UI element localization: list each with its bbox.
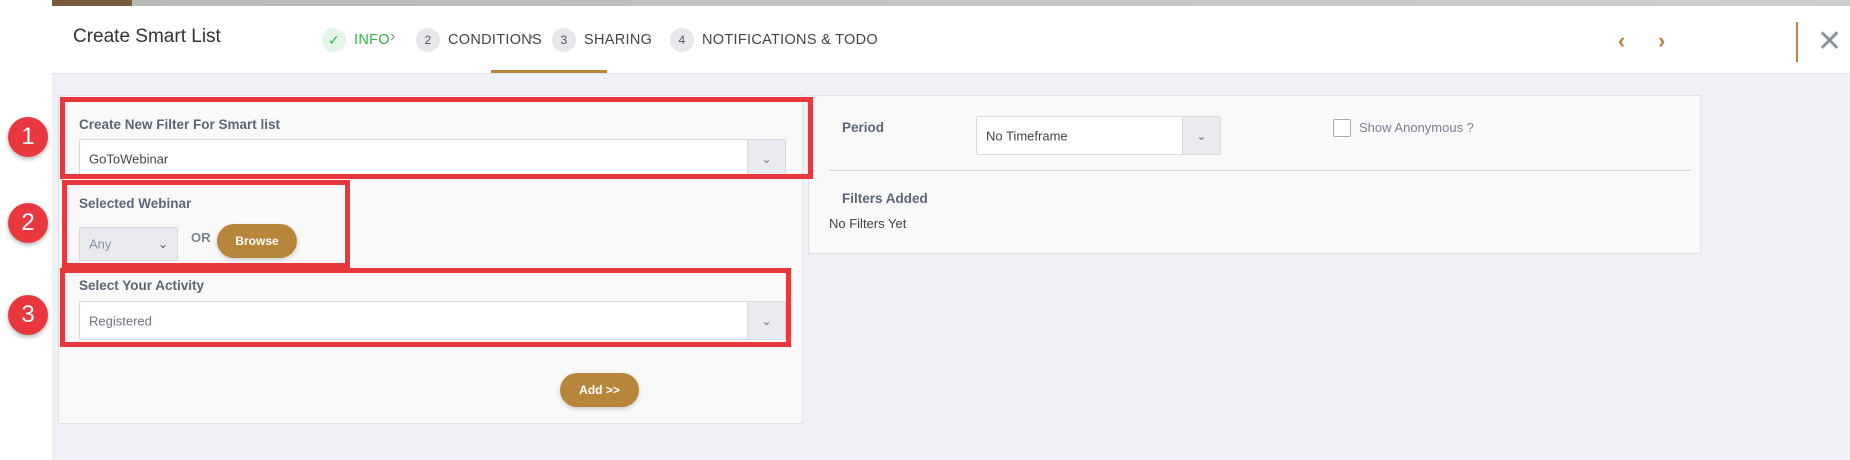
- divider: [829, 170, 1691, 171]
- period-select-value: No Timeframe: [986, 128, 1068, 143]
- step-notifications[interactable]: 4 NOTIFICATIONS & TODO: [670, 28, 878, 62]
- annotation-number-1: 1: [8, 117, 48, 157]
- chevron-right-icon: ›: [390, 28, 396, 45]
- annotation-box-2: [62, 180, 350, 268]
- step-notifications-label: NOTIFICATIONS & TODO: [702, 32, 878, 48]
- annotation-number-3: 3: [8, 295, 48, 335]
- chevron-down-icon: ⌄: [1182, 117, 1220, 154]
- chevron-left-icon[interactable]: ‹: [1618, 28, 1625, 54]
- show-anonymous-checkbox[interactable]: [1333, 119, 1351, 137]
- step-info[interactable]: ✓ INFO: [322, 28, 390, 62]
- annotation-box-3: [60, 268, 791, 347]
- step-number: 2: [416, 28, 440, 52]
- modal-title: Create Smart List: [73, 26, 221, 47]
- step-conditions[interactable]: 2 CONDITIONS: [416, 28, 542, 62]
- chevron-right-icon: ›: [528, 28, 534, 45]
- show-anonymous-label: Show Anonymous ?: [1359, 120, 1474, 135]
- step-info-label: INFO: [354, 32, 390, 48]
- header-divider: [1796, 22, 1798, 62]
- add-button[interactable]: Add >>: [560, 373, 639, 407]
- step-sharing[interactable]: 3 SHARING: [552, 28, 652, 62]
- annotation-box-1: [60, 97, 813, 179]
- filters-added-label: Filters Added: [842, 191, 928, 206]
- step-number: 3: [552, 28, 576, 52]
- period-label: Period: [842, 120, 885, 135]
- modal-header: Create Smart List ✓ INFO › 2 CONDITIONS …: [52, 6, 1850, 74]
- active-step-indicator: [491, 70, 607, 73]
- period-panel: Period No Timeframe ⌄ Show Anonymous ? F…: [808, 95, 1701, 254]
- chevron-right-icon: ›: [646, 28, 652, 45]
- filters-added-value: No Filters Yet: [829, 216, 907, 231]
- step-sharing-label: SHARING: [584, 32, 653, 48]
- step-number: 4: [670, 28, 694, 52]
- chevron-right-icon[interactable]: ›: [1658, 28, 1665, 54]
- annotation-number-2: 2: [8, 203, 48, 243]
- period-select[interactable]: No Timeframe ⌄: [976, 116, 1221, 155]
- close-icon[interactable]: ✕: [1817, 22, 1842, 62]
- check-icon: ✓: [322, 28, 346, 52]
